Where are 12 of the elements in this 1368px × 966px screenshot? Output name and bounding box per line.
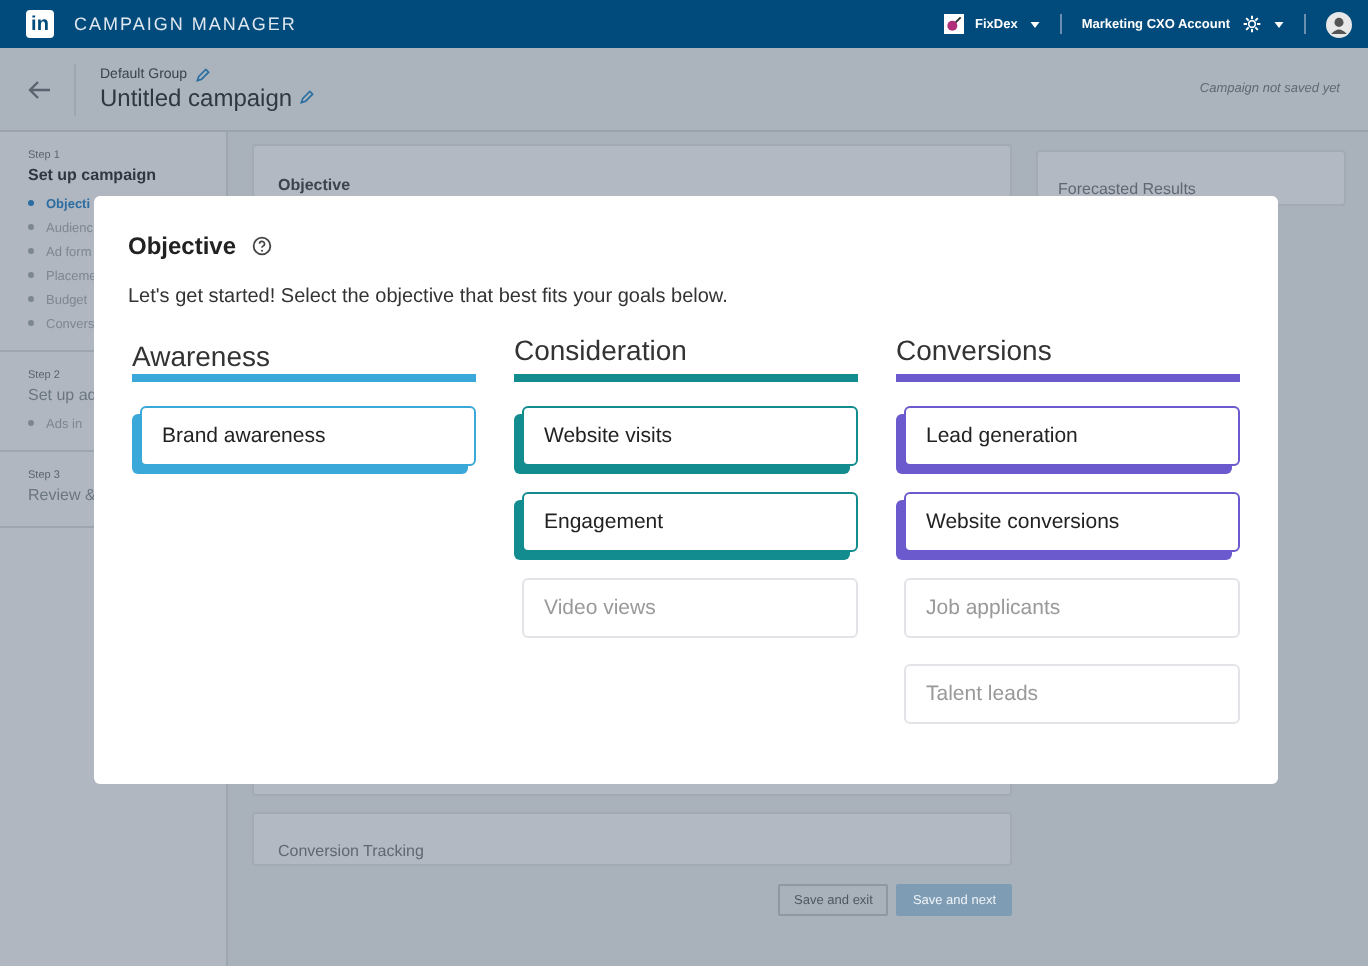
category-heading: Awareness [132,340,273,374]
app-title: CAMPAIGN MANAGER [74,14,297,34]
step-title: Set up campaign [28,166,159,184]
card-title: Objective [278,176,351,194]
category-heading: Consideration [514,334,689,370]
campaign-name: Untitled campaign [100,83,293,111]
intro-text: Let's get started! Select the objective that best fits your goals below. [128,286,730,308]
dialog-title: Objective [128,232,237,260]
card-title: Conversion Tracking [278,842,424,860]
step-title: Review & [28,486,98,504]
category-heading: Conversions [896,334,1054,370]
card-title: Forecasted Results [1058,180,1196,198]
